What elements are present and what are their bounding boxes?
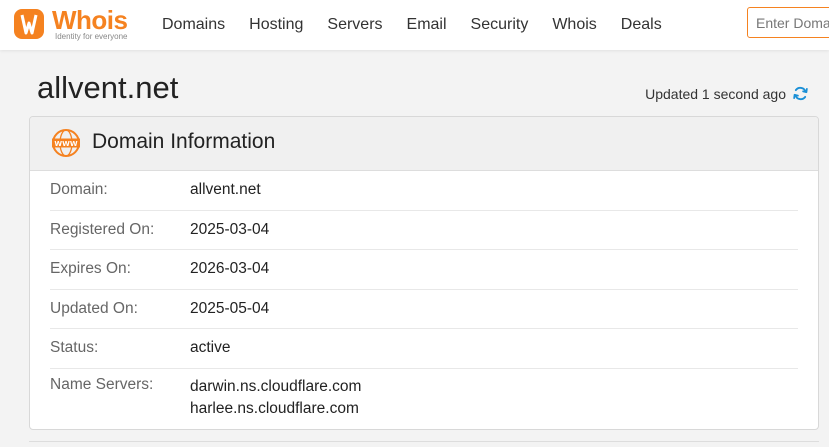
row-label: Domain: (50, 181, 108, 199)
row-label: Expires On: (50, 260, 131, 278)
www-globe-icon: WWW (52, 129, 80, 157)
nav-deals[interactable]: Deals (621, 16, 662, 34)
info-rows: Domain: allvent.net Registered On: 2025-… (30, 171, 818, 420)
info-row-expires: Expires On: 2026-03-04 (50, 250, 798, 290)
name-server-2[interactable]: harlee.ns.cloudflare.com (190, 398, 361, 420)
row-value: allvent.net (190, 181, 261, 199)
whois-logo-icon (14, 9, 44, 39)
top-navbar: Whois Identity for everyone Domains Host… (0, 0, 829, 50)
info-row-domain: Domain: allvent.net (50, 171, 798, 211)
info-row-registered: Registered On: 2025-03-04 (50, 211, 798, 250)
row-value: 2025-05-04 (190, 299, 270, 317)
logo-text: Whois (52, 5, 128, 35)
info-row-status: Status: active (50, 329, 798, 369)
info-row-name-servers: Name Servers: darwin.ns.cloudflare.com h… (50, 369, 798, 420)
nav-security[interactable]: Security (471, 16, 529, 34)
row-label: Name Servers: (50, 375, 154, 393)
row-value: 2026-03-04 (190, 260, 270, 278)
card-header: WWW Domain Information (30, 117, 818, 171)
nav-hosting[interactable]: Hosting (249, 16, 303, 34)
nav-whois[interactable]: Whois (552, 16, 596, 34)
domain-search-input[interactable] (747, 7, 829, 38)
row-label: Updated On: (50, 299, 138, 317)
svg-text:WWW: WWW (54, 140, 77, 148)
nav-domains[interactable]: Domains (162, 16, 225, 34)
row-label: Registered On: (50, 220, 155, 238)
next-section-divider (29, 441, 819, 442)
domain-information-card: WWW Domain Information Domain: allvent.n… (29, 116, 819, 430)
row-label: Status: (50, 339, 99, 357)
card-title: Domain Information (92, 130, 276, 153)
main-nav: Domains Hosting Servers Email Security W… (150, 0, 674, 50)
name-server-1[interactable]: darwin.ns.cloudflare.com (190, 376, 361, 398)
logo-tagline: Identity for everyone (55, 32, 128, 41)
page-title: allvent.net (37, 70, 179, 105)
updated-status: Updated 1 second ago (645, 85, 809, 102)
updated-text: Updated 1 second ago (645, 85, 786, 102)
row-value: darwin.ns.cloudflare.com harlee.ns.cloud… (190, 376, 361, 420)
nav-email[interactable]: Email (407, 16, 447, 34)
row-value: 2025-03-04 (190, 220, 270, 238)
row-value: active (190, 339, 231, 357)
nav-servers[interactable]: Servers (327, 16, 382, 34)
info-row-updated: Updated On: 2025-05-04 (50, 290, 798, 329)
whois-logo[interactable]: Whois Identity for everyone (12, 5, 142, 45)
refresh-icon[interactable] (792, 85, 809, 102)
